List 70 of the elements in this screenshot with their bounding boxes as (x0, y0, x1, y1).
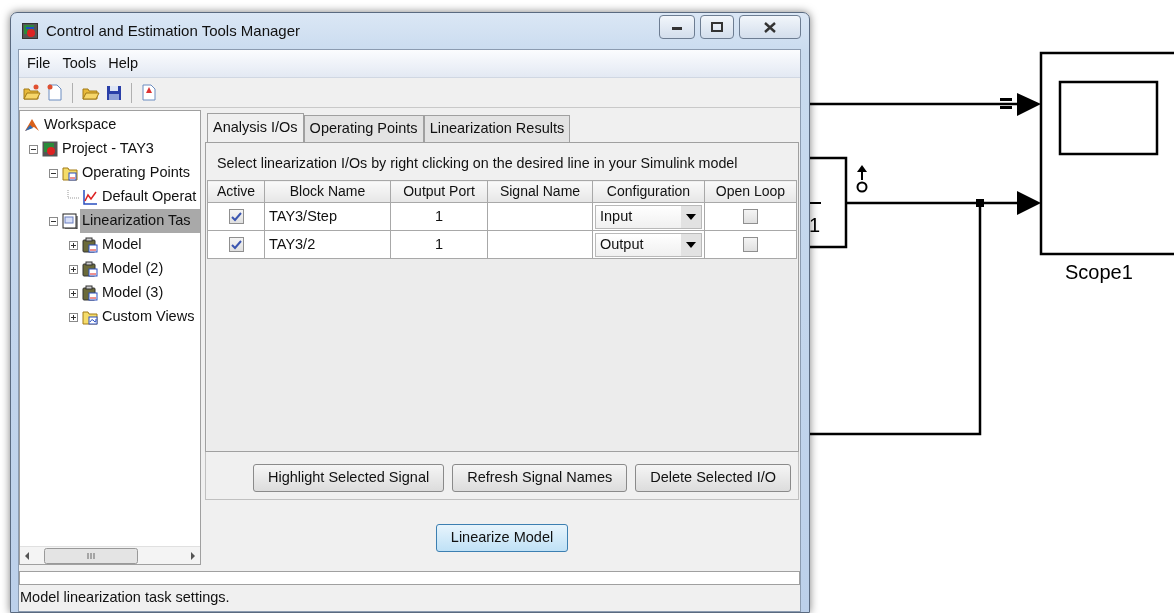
app-icon (22, 23, 38, 39)
column-header[interactable]: Block Name (264, 180, 391, 203)
matlab-logo-icon (24, 117, 40, 133)
checkbox[interactable] (743, 209, 758, 225)
tree-item[interactable]: Operating Points (80, 161, 192, 185)
block-label: 1 (809, 214, 821, 236)
new-document-icon[interactable] (47, 84, 63, 101)
action-button[interactable]: Refresh Signal Names (452, 463, 628, 492)
caret-icon (686, 241, 696, 248)
plot-icon (82, 189, 98, 205)
expand-icon[interactable] (68, 240, 78, 250)
checkbox[interactable] (228, 237, 244, 253)
block-label: Scope1 (1065, 261, 1133, 283)
close-button[interactable] (739, 15, 801, 39)
expand-icon[interactable] (68, 264, 78, 274)
collapse-icon[interactable] (48, 168, 58, 178)
close-icon (764, 21, 776, 33)
tree-item[interactable]: Model (3) (100, 281, 166, 305)
dropdown[interactable]: Input (595, 204, 702, 229)
collapse-icon[interactable] (48, 216, 58, 226)
tab[interactable]: Operating Points (303, 115, 424, 142)
tab[interactable]: Linearization Results (423, 115, 571, 142)
column-header[interactable]: Signal Name (487, 180, 593, 203)
expand-icon[interactable] (68, 312, 78, 322)
column-header[interactable]: Output Port (390, 180, 488, 203)
tree-item[interactable]: Model (100, 233, 144, 257)
window-title: Control and Estimation Tools Manager (46, 20, 301, 41)
new-project-icon[interactable] (23, 84, 41, 101)
tree-item[interactable]: Model (2) (100, 257, 166, 281)
menu-item[interactable]: File (21, 52, 57, 75)
collapse-icon[interactable] (28, 144, 38, 154)
dropdown[interactable]: Output (595, 232, 702, 257)
menu-item[interactable]: Help (102, 52, 145, 75)
table-cell: 1 (390, 230, 488, 259)
table-cell: TAY3/Step (264, 202, 391, 231)
task-icon (62, 213, 78, 229)
clipboard-icon (82, 237, 98, 253)
expand-icon[interactable] (68, 288, 78, 298)
folder-icon (62, 165, 78, 181)
folder-icon (82, 309, 98, 325)
column-header[interactable]: Active (207, 180, 265, 203)
export-icon[interactable] (141, 84, 157, 101)
maximize-icon (711, 22, 723, 32)
tree-item[interactable]: Project - TAY3 (60, 137, 156, 161)
table-cell: 1 (390, 202, 488, 231)
status-text: Model linearization task settings. (19, 588, 231, 608)
column-header[interactable]: Open Loop (704, 180, 797, 203)
instruction-text: Select linearization I/Os by right clicking on the desired line in your Simulink model (216, 153, 739, 173)
linearize-button[interactable]: Linearize Model (435, 523, 569, 552)
tree-item[interactable]: Workspace (42, 113, 119, 137)
checkbox[interactable] (228, 209, 244, 225)
linearization-point-icon (856, 165, 868, 193)
action-button[interactable]: Delete Selected I/O (635, 463, 791, 492)
table-cell: TAY3/2 (264, 230, 391, 259)
tab[interactable]: Analysis I/Os (207, 113, 304, 142)
caret-icon (686, 213, 696, 220)
scrollbar-thumb[interactable] (44, 547, 138, 564)
project-icon (42, 141, 58, 157)
clipboard-icon (82, 261, 98, 277)
minimize-button[interactable] (659, 15, 695, 39)
tree-item[interactable]: Custom Views (100, 305, 197, 329)
column-header[interactable]: Configuration (592, 180, 705, 203)
clipboard-icon (82, 285, 98, 301)
tree-item[interactable]: Linearization Tas (80, 209, 200, 233)
menu-item[interactable]: Tools (56, 52, 103, 75)
checkbox[interactable] (743, 237, 758, 253)
action-button[interactable]: Highlight Selected Signal (252, 463, 445, 492)
maximize-button[interactable] (700, 15, 734, 39)
save-icon[interactable] (106, 84, 122, 101)
tree-item[interactable]: Default Operat (100, 185, 199, 209)
